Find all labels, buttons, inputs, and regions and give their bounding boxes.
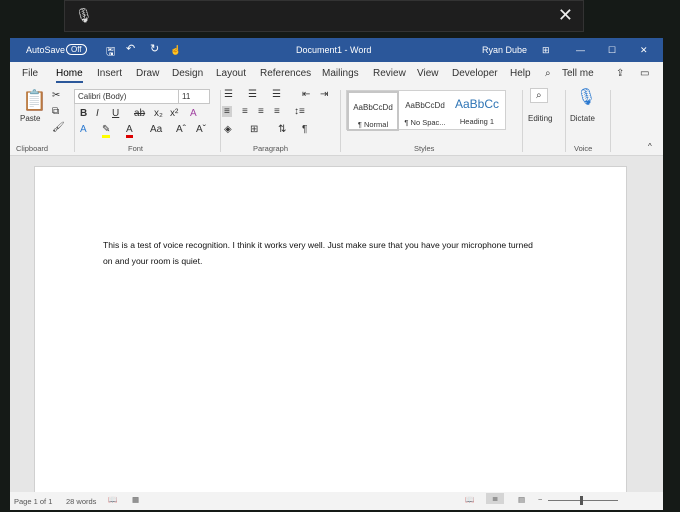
style-heading-1[interactable]: AaBbCc Heading 1: [451, 91, 503, 131]
zoom-out-icon[interactable]: −: [538, 495, 542, 504]
minimize-icon[interactable]: —: [576, 45, 585, 55]
underline-icon[interactable]: U: [112, 108, 119, 119]
font-group-label: Font: [128, 144, 144, 153]
zoom-slider-thumb[interactable]: [580, 496, 583, 505]
dictation-toolbar: 🎙 ✕: [64, 0, 584, 32]
autosave-label: AutoSave: [26, 45, 66, 55]
find-icon[interactable]: ⌕: [530, 88, 548, 103]
font-name-select[interactable]: Calibri (Body): [74, 89, 180, 104]
tab-review[interactable]: Review: [373, 68, 406, 79]
tab-mailings[interactable]: Mailings: [322, 68, 359, 79]
italic-icon[interactable]: I: [96, 108, 99, 119]
undo-icon[interactable]: ↶: [126, 42, 135, 55]
bullets-icon[interactable]: ☰: [224, 89, 233, 100]
change-case-icon[interactable]: Aa: [150, 124, 162, 135]
highlight-icon[interactable]: ✎: [102, 124, 111, 138]
editing-button[interactable]: Editing: [528, 114, 552, 123]
show-formatting-icon[interactable]: ¶: [302, 124, 307, 135]
line-spacing-icon[interactable]: ↕≡: [294, 106, 305, 117]
style-normal[interactable]: AaBbCcDd ¶ Normal: [347, 91, 399, 131]
font-size-select[interactable]: 11: [178, 89, 210, 104]
ribbon: 📋 Paste ✂ ⧉ 🖌 Clipboard Calibri (Body) 1…: [10, 86, 663, 156]
borders-icon[interactable]: ⊞: [250, 124, 258, 135]
page-count[interactable]: Page 1 of 1: [14, 497, 52, 506]
tab-layout[interactable]: Layout: [216, 68, 246, 79]
maximize-icon[interactable]: ☐: [608, 45, 616, 56]
strikethrough-icon[interactable]: ab: [134, 108, 145, 119]
read-mode-icon[interactable]: 📖: [465, 495, 474, 504]
sort-icon[interactable]: ⇅: [278, 124, 286, 135]
align-center-icon[interactable]: ≡: [242, 106, 248, 117]
grow-font-icon[interactable]: Aˆ: [176, 124, 186, 135]
paste-icon[interactable]: 📋: [22, 88, 47, 113]
status-bar: Page 1 of 1 28 words 📖 ▦ 📖 ≣ ▤ −: [10, 492, 663, 510]
microphone-icon[interactable]: 🎙: [75, 7, 93, 24]
touch-mode-icon[interactable]: ☝: [170, 45, 181, 56]
close-icon[interactable]: ✕: [558, 5, 573, 26]
web-layout-icon[interactable]: ▤: [518, 495, 525, 504]
style-no-spacing[interactable]: AaBbCcDd ¶ No Spac...: [399, 91, 451, 131]
bold-icon[interactable]: B: [80, 108, 87, 119]
increase-indent-icon[interactable]: ⇥: [320, 89, 328, 100]
numbering-icon[interactable]: ☰: [248, 89, 257, 100]
search-icon: ⌕: [545, 68, 551, 79]
autosave-toggle[interactable]: Off: [66, 44, 87, 55]
superscript-icon[interactable]: x²: [170, 108, 178, 119]
tab-references[interactable]: References: [260, 68, 311, 79]
copy-icon[interactable]: ⧉: [52, 106, 59, 117]
document-area: This is a test of voice recognition. I t…: [10, 156, 663, 496]
user-name[interactable]: Ryan Dube: [482, 45, 527, 55]
ribbon-display-icon[interactable]: ⊞: [542, 45, 550, 56]
multilevel-list-icon[interactable]: ☰: [272, 89, 281, 100]
justify-icon[interactable]: ≡: [274, 106, 280, 117]
redo-icon[interactable]: ↻: [150, 42, 159, 55]
comments-icon[interactable]: ▭: [640, 68, 649, 79]
word-window: AutoSave Off 🖫 ↶ ↻ ☝ Document1 - Word Ry…: [10, 38, 663, 510]
tell-me-search[interactable]: Tell me: [562, 68, 594, 79]
font-color-icon[interactable]: A: [126, 124, 133, 138]
word-count[interactable]: 28 words: [66, 497, 96, 506]
document-title: Document1 - Word: [296, 45, 372, 55]
decrease-indent-icon[interactable]: ⇤: [302, 89, 310, 100]
tab-help[interactable]: Help: [510, 68, 531, 79]
accessibility-icon[interactable]: ▦: [132, 495, 139, 504]
clipboard-group-label: Clipboard: [16, 144, 49, 153]
proofing-icon[interactable]: 📖: [108, 495, 117, 504]
align-right-icon[interactable]: ≡: [258, 106, 264, 117]
save-icon[interactable]: 🖫: [106, 43, 115, 62]
print-layout-icon[interactable]: ≣: [486, 493, 505, 504]
align-left-icon[interactable]: ≡: [222, 106, 232, 117]
clear-formatting-icon[interactable]: A: [190, 108, 197, 119]
document-page[interactable]: This is a test of voice recognition. I t…: [34, 166, 627, 496]
share-icon[interactable]: ⇪: [616, 68, 624, 79]
close-icon[interactable]: ✕: [640, 45, 648, 56]
paragraph-group-label: Paragraph: [253, 144, 289, 153]
cut-icon[interactable]: ✂: [52, 90, 60, 101]
microphone-icon[interactable]: 🎙: [576, 87, 596, 107]
subscript-icon[interactable]: x₂: [154, 108, 163, 119]
document-body-text[interactable]: This is a test of voice recognition. I t…: [103, 237, 533, 269]
shrink-font-icon[interactable]: Aˇ: [196, 124, 206, 135]
title-bar: AutoSave Off 🖫 ↶ ↻ ☝ Document1 - Word Ry…: [10, 38, 663, 62]
paste-button[interactable]: Paste: [20, 114, 40, 123]
tab-view[interactable]: View: [417, 68, 439, 79]
tab-file[interactable]: File: [22, 68, 38, 79]
tab-insert[interactable]: Insert: [97, 68, 122, 79]
dictate-button[interactable]: Dictate: [570, 114, 595, 123]
styles-group-label: Styles: [414, 144, 435, 153]
tab-home[interactable]: Home: [56, 68, 83, 83]
tab-draw[interactable]: Draw: [136, 68, 159, 79]
format-painter-icon[interactable]: 🖌: [52, 122, 65, 133]
shading-icon[interactable]: ◈: [224, 124, 232, 135]
styles-gallery: AaBbCcDd ¶ Normal AaBbCcDd ¶ No Spac... Aa…: [346, 90, 506, 131]
zoom-slider[interactable]: [548, 500, 618, 501]
ribbon-tabs: File Home Insert Draw Design Layout Refe…: [10, 62, 663, 86]
voice-group-label: Voice: [574, 144, 593, 153]
collapse-ribbon-icon[interactable]: ^: [648, 142, 652, 151]
tab-developer[interactable]: Developer: [452, 68, 498, 79]
tab-design[interactable]: Design: [172, 68, 203, 79]
text-effects-icon[interactable]: A: [80, 124, 87, 135]
